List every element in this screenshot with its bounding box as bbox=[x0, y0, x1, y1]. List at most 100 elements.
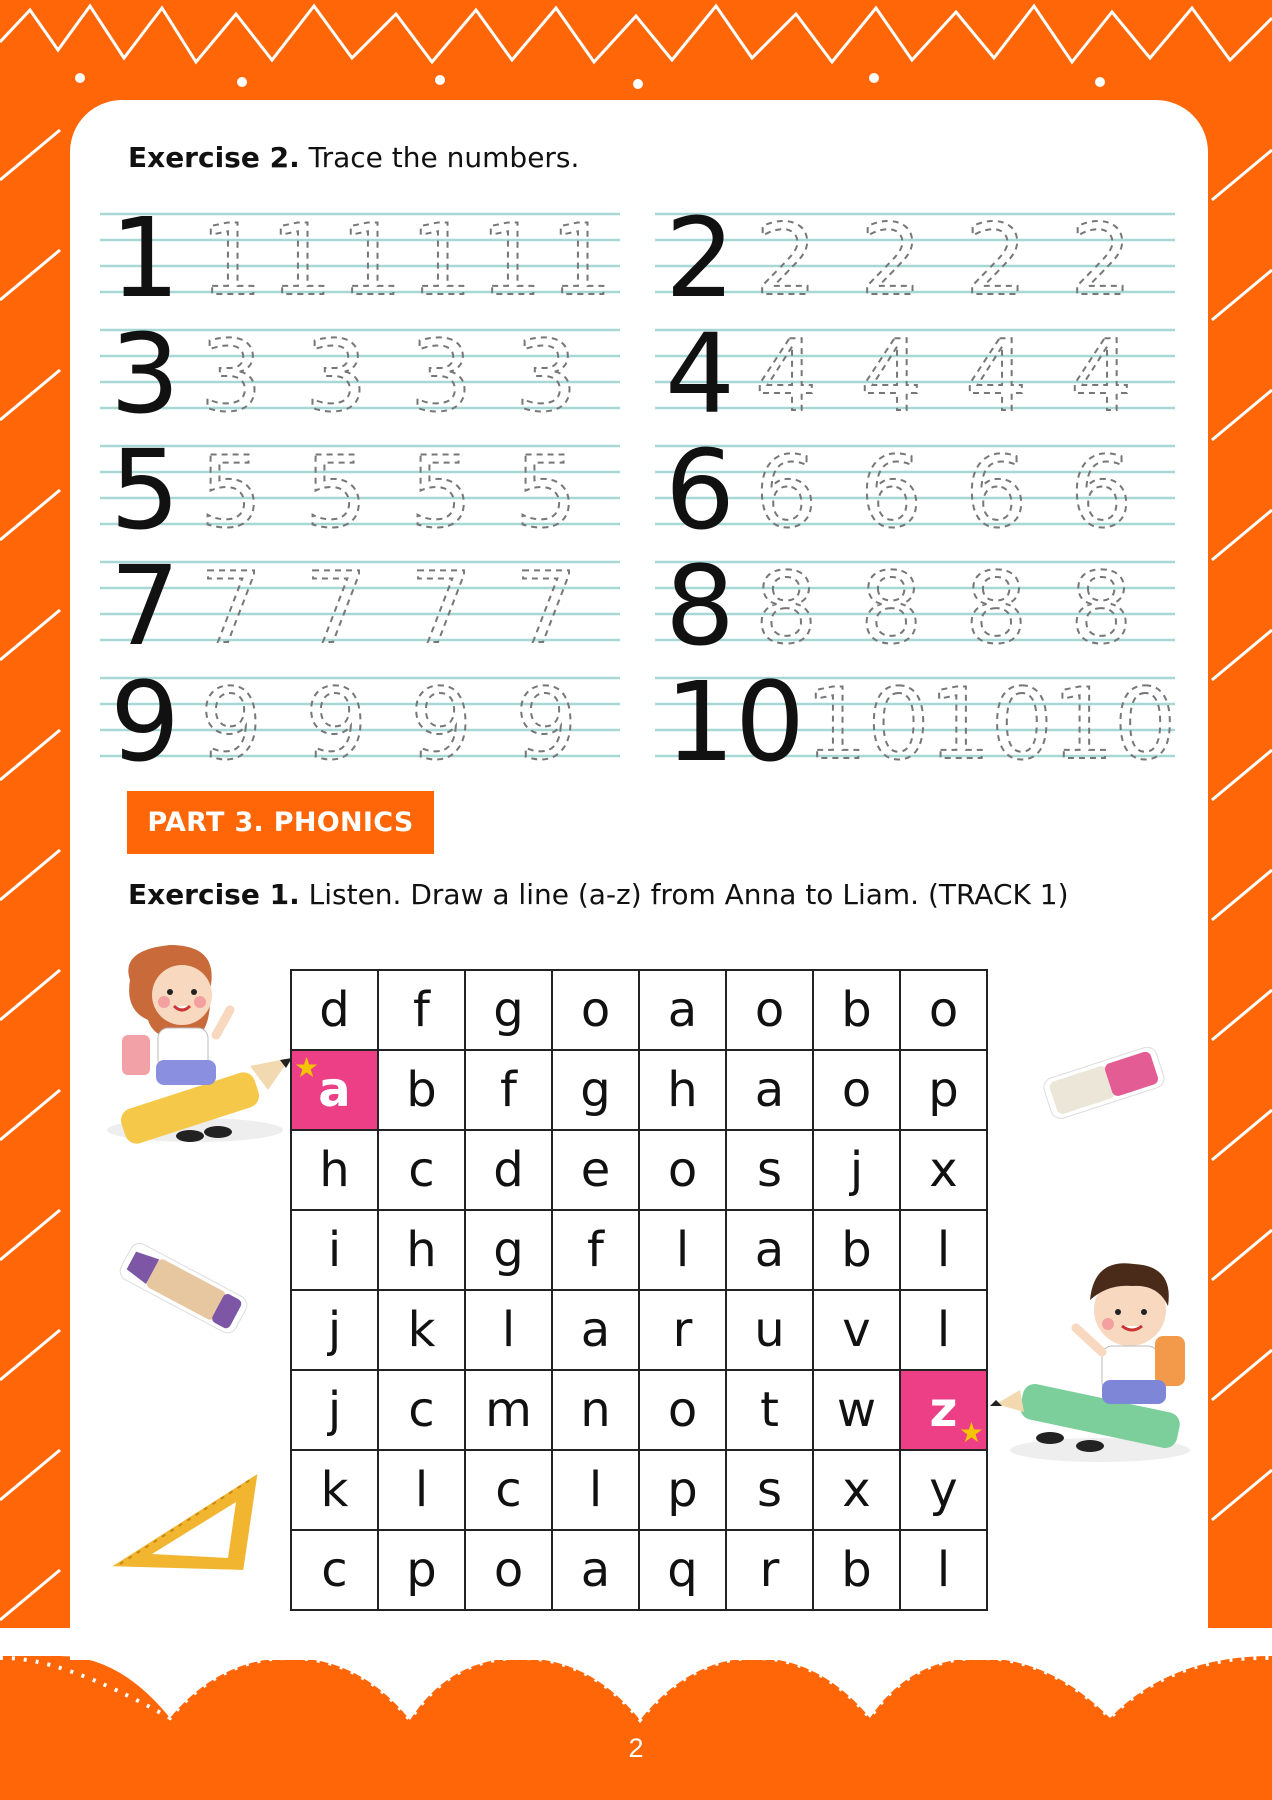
letter-cell[interactable]: g bbox=[464, 1209, 553, 1291]
letter-cell[interactable]: g bbox=[464, 969, 553, 1051]
trace-number[interactable]: 10 bbox=[1051, 667, 1178, 780]
letter-cell[interactable]: b bbox=[812, 969, 901, 1051]
trace-number[interactable]: 10 bbox=[927, 667, 1054, 780]
letter-cell[interactable]: e bbox=[551, 1129, 640, 1211]
letter-cell[interactable]: s bbox=[725, 1449, 814, 1531]
letter-cell[interactable]: c bbox=[464, 1449, 553, 1531]
trace-number[interactable]: 8 bbox=[859, 551, 923, 667]
letter-cell[interactable]: f bbox=[551, 1209, 640, 1291]
trace-number[interactable]: 1 bbox=[549, 203, 613, 319]
letter-cell[interactable]: a bbox=[551, 1289, 640, 1371]
trace-number[interactable]: 5 bbox=[514, 435, 578, 551]
trace-number[interactable]: 9 bbox=[304, 667, 368, 780]
letter-cell[interactable]: a bbox=[551, 1529, 640, 1611]
trace-number[interactable]: 6 bbox=[859, 435, 923, 551]
letter-cell[interactable]: x bbox=[899, 1129, 988, 1211]
trace-number[interactable]: 7 bbox=[304, 551, 368, 667]
letter-cell[interactable]: h bbox=[290, 1129, 379, 1211]
trace-number[interactable]: 1 bbox=[199, 203, 263, 319]
letter-cell[interactable]: y bbox=[899, 1449, 988, 1531]
letter-cell[interactable]: l bbox=[638, 1209, 727, 1291]
letter-cell[interactable]: l bbox=[899, 1529, 988, 1611]
trace-number[interactable]: 6 bbox=[754, 435, 818, 551]
trace-number[interactable]: 1 bbox=[409, 203, 473, 319]
letter-cell[interactable]: b bbox=[812, 1209, 901, 1291]
letter-cell[interactable]: o bbox=[551, 969, 640, 1051]
trace-number[interactable]: 8 bbox=[1069, 551, 1133, 667]
letter-cell[interactable]: c bbox=[377, 1369, 466, 1451]
trace-number[interactable]: 4 bbox=[964, 319, 1028, 435]
letter-cell[interactable]: j bbox=[290, 1289, 379, 1371]
letter-cell[interactable]: o bbox=[725, 969, 814, 1051]
trace-number[interactable]: 6 bbox=[1069, 435, 1133, 551]
letter-cell[interactable]: f bbox=[464, 1049, 553, 1131]
letter-cell[interactable]: d bbox=[290, 969, 379, 1051]
letter-cell[interactable]: l bbox=[899, 1289, 988, 1371]
letter-cell[interactable]: w bbox=[812, 1369, 901, 1451]
trace-number[interactable]: 9 bbox=[199, 667, 263, 780]
trace-number[interactable]: 4 bbox=[1069, 319, 1133, 435]
letter-cell[interactable]: p bbox=[899, 1049, 988, 1131]
trace-number[interactable]: 8 bbox=[964, 551, 1028, 667]
trace-number[interactable]: 6 bbox=[964, 435, 1028, 551]
trace-number[interactable]: 2 bbox=[1069, 203, 1133, 319]
letter-cell[interactable]: h bbox=[377, 1209, 466, 1291]
letter-cell[interactable]: t bbox=[725, 1369, 814, 1451]
letter-cell[interactable]: a bbox=[638, 969, 727, 1051]
letter-cell[interactable]: l bbox=[377, 1449, 466, 1531]
letter-cell[interactable]: p bbox=[377, 1529, 466, 1611]
letter-cell[interactable]: k bbox=[290, 1449, 379, 1531]
letter-cell[interactable]: x bbox=[812, 1449, 901, 1531]
letter-cell[interactable]: o bbox=[638, 1369, 727, 1451]
trace-number[interactable]: 5 bbox=[409, 435, 473, 551]
letter-cell[interactable]: o bbox=[812, 1049, 901, 1131]
trace-number[interactable]: 2 bbox=[964, 203, 1028, 319]
trace-number[interactable]: 5 bbox=[199, 435, 263, 551]
letter-cell[interactable]: l bbox=[464, 1289, 553, 1371]
trace-number[interactable]: 5 bbox=[304, 435, 368, 551]
letter-cell[interactable]: c bbox=[377, 1129, 466, 1211]
trace-number[interactable]: 3 bbox=[514, 319, 578, 435]
letter-cell[interactable]: v bbox=[812, 1289, 901, 1371]
letter-cell[interactable]: o bbox=[638, 1129, 727, 1211]
letter-cell[interactable]: o bbox=[899, 969, 988, 1051]
trace-number[interactable]: 3 bbox=[409, 319, 473, 435]
letter-cell[interactable]: a bbox=[725, 1209, 814, 1291]
letter-cell[interactable]: r bbox=[638, 1289, 727, 1371]
trace-number[interactable]: 3 bbox=[199, 319, 263, 435]
letter-cell[interactable]: f bbox=[377, 969, 466, 1051]
letter-cell[interactable]: m bbox=[464, 1369, 553, 1451]
letter-cell[interactable]: b bbox=[812, 1529, 901, 1611]
trace-number[interactable]: 9 bbox=[514, 667, 578, 780]
letter-cell[interactable]: i bbox=[290, 1209, 379, 1291]
letter-cell[interactable]: r bbox=[725, 1529, 814, 1611]
trace-number[interactable]: 1 bbox=[339, 203, 403, 319]
trace-number[interactable]: 3 bbox=[304, 319, 368, 435]
letter-cell[interactable]: u bbox=[725, 1289, 814, 1371]
start-cell-a[interactable]: a ★ bbox=[290, 1049, 379, 1131]
letter-cell[interactable]: l bbox=[551, 1449, 640, 1531]
letter-cell[interactable]: c bbox=[290, 1529, 379, 1611]
trace-number[interactable]: 9 bbox=[409, 667, 473, 780]
trace-number[interactable]: 8 bbox=[754, 551, 818, 667]
trace-number[interactable]: 4 bbox=[754, 319, 818, 435]
letter-cell[interactable]: s bbox=[725, 1129, 814, 1211]
letter-cell[interactable]: q bbox=[638, 1529, 727, 1611]
letter-cell[interactable]: p bbox=[638, 1449, 727, 1531]
letter-cell[interactable]: j bbox=[290, 1369, 379, 1451]
trace-number[interactable]: 7 bbox=[514, 551, 578, 667]
letter-cell[interactable]: n bbox=[551, 1369, 640, 1451]
letter-cell[interactable]: d bbox=[464, 1129, 553, 1211]
trace-number[interactable]: 7 bbox=[409, 551, 473, 667]
letter-cell[interactable]: g bbox=[551, 1049, 640, 1131]
trace-number[interactable]: 4 bbox=[859, 319, 923, 435]
trace-number[interactable]: 10 bbox=[804, 667, 931, 780]
letter-cell[interactable]: h bbox=[638, 1049, 727, 1131]
trace-number[interactable]: 7 bbox=[199, 551, 263, 667]
trace-number[interactable]: 1 bbox=[479, 203, 543, 319]
letter-cell[interactable]: k bbox=[377, 1289, 466, 1371]
trace-number[interactable]: 2 bbox=[859, 203, 923, 319]
letter-cell[interactable]: l bbox=[899, 1209, 988, 1291]
trace-number[interactable]: 2 bbox=[754, 203, 818, 319]
letter-cell[interactable]: b bbox=[377, 1049, 466, 1131]
